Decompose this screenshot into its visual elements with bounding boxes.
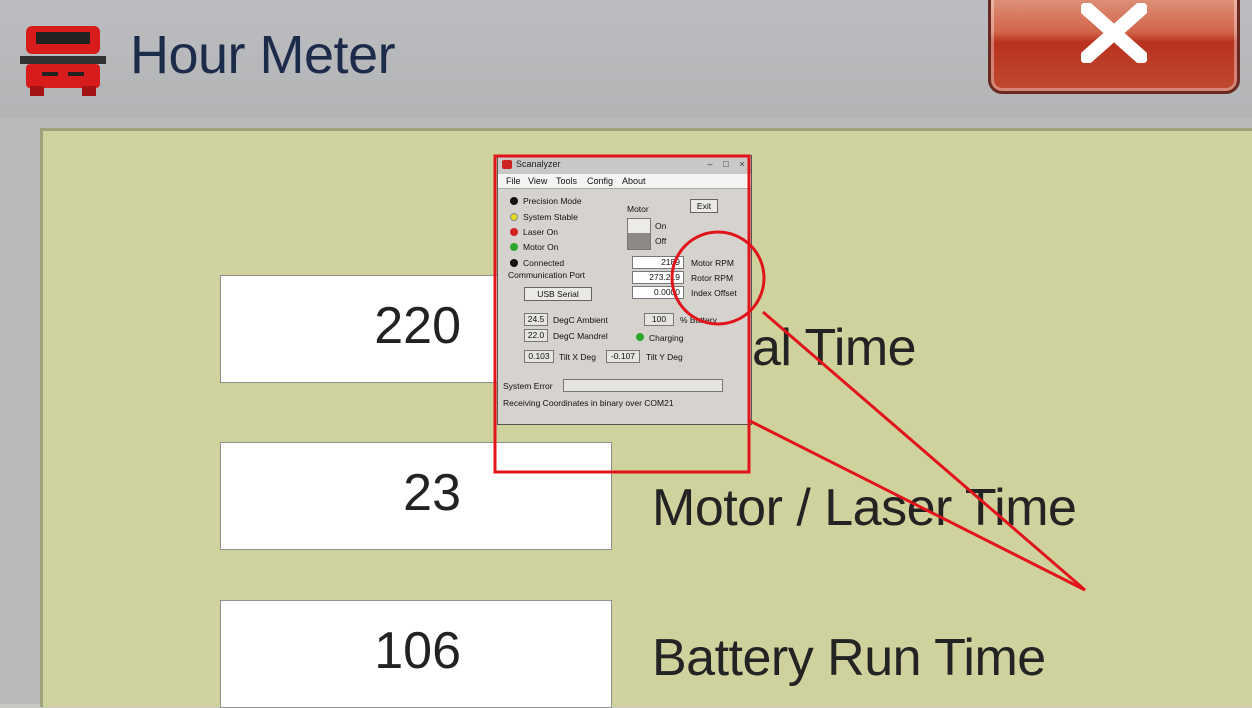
annotation-arrow [747, 310, 1086, 592]
annotation-overlay [493, 154, 1086, 592]
annotation-rectangle [493, 154, 751, 474]
